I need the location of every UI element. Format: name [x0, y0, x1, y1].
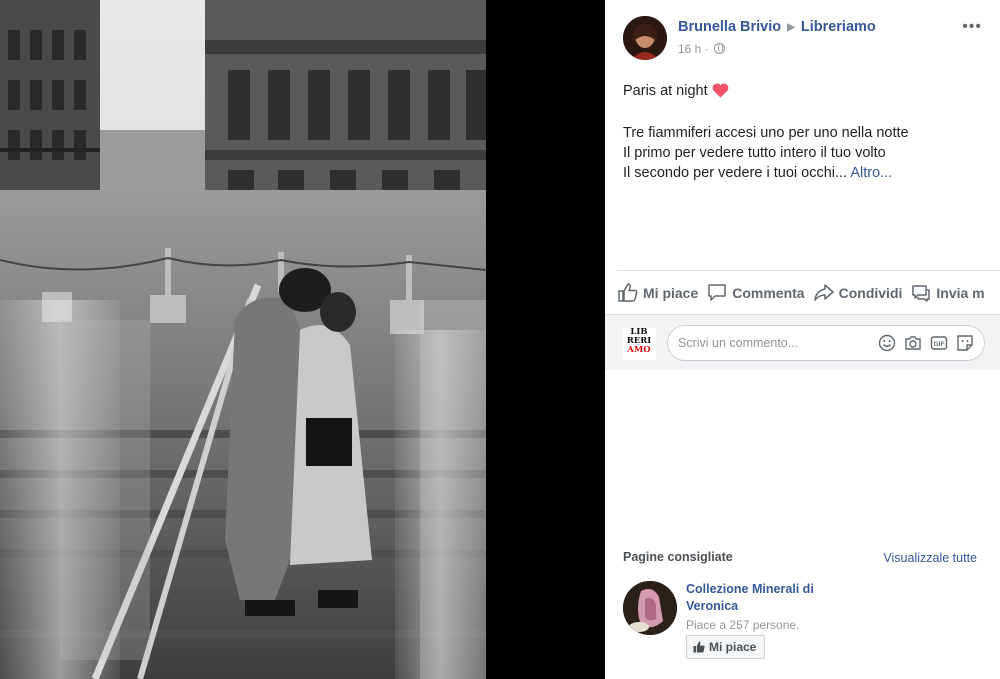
post-body-line: Il primo per vedere tutto intero il tuo …	[623, 145, 886, 161]
heart-icon	[712, 83, 728, 98]
page-name[interactable]: Libreriamo	[801, 19, 876, 35]
meta-separator: ·	[704, 42, 713, 56]
comment-input-icons: GIF	[878, 334, 974, 352]
page-logo-avatar[interactable]: LIB RERI AMO	[622, 328, 656, 360]
post-body-line: Tre fiammiferi accesi uno per uno nella …	[623, 125, 909, 141]
post-side-panel: Brunella Brivio ▶ Libreriamo 16 h · ••• Pa…	[605, 0, 1000, 679]
thumbs-up-icon	[693, 641, 705, 653]
post-meta: 16 h ·	[678, 42, 726, 56]
sticker-icon[interactable]	[956, 334, 974, 352]
post-photo[interactable]	[0, 0, 486, 679]
post-title-text: Paris at night	[623, 83, 708, 99]
like-action-button[interactable]: Mi piace	[618, 283, 698, 302]
like-page-button[interactable]: Mi piace	[686, 635, 766, 659]
author-name[interactable]: Brunella Brivio	[678, 19, 781, 35]
globe-icon[interactable]	[714, 43, 726, 54]
comment-input[interactable]: Scrivi un commento... GIF	[667, 325, 985, 361]
camera-icon[interactable]	[904, 334, 922, 352]
post-action-bar: Mi piace Commenta Condividi Invia m	[618, 270, 1000, 314]
share-action-label: Condividi	[838, 284, 903, 301]
suggested-page-likes: Piace a 257 persone.	[686, 618, 800, 632]
arrow-right-icon: ▶	[787, 22, 795, 33]
like-action-label: Mi piace	[643, 284, 699, 301]
send-action-button[interactable]: Invia m	[911, 283, 985, 302]
thumbs-up-icon	[618, 283, 638, 302]
share-action-button[interactable]: Condividi	[813, 283, 903, 302]
messenger-bubble-icon	[912, 285, 931, 302]
see-all-suggestions-link[interactable]: Visualizzale tutte	[883, 551, 977, 565]
author-avatar[interactable]	[623, 16, 667, 60]
emoji-icon[interactable]	[878, 334, 896, 352]
suggested-page-avatar[interactable]	[623, 581, 677, 635]
photo-viewer	[0, 0, 605, 679]
comment-composer: LIB RERI AMO Scrivi un commento... GIF	[605, 314, 1000, 370]
comment-action-label: Commenta	[732, 284, 805, 301]
comment-action-button[interactable]: Commenta	[707, 283, 805, 302]
svg-text:GIF: GIF	[934, 341, 945, 348]
post-header-names: Brunella Brivio ▶ Libreriamo	[678, 19, 876, 35]
speech-bubble-icon	[708, 284, 726, 301]
photo-illustration	[0, 0, 486, 679]
suggested-page-name[interactable]: Collezione Minerali di Veronica	[686, 581, 846, 615]
post-body-line: Il secondo per vedere i tuoi occhi... Al…	[623, 163, 993, 183]
post-body-line-text: Il secondo per vedere i tuoi occhi...	[623, 165, 848, 181]
more-dots-icon[interactable]: •••	[962, 18, 982, 36]
gif-icon[interactable]: GIF	[930, 334, 948, 352]
send-action-label: Invia m	[936, 284, 985, 301]
see-more-link[interactable]: Altro...	[850, 165, 892, 181]
comment-placeholder: Scrivi un commento...	[678, 336, 799, 350]
post-body: Tre fiammiferi accesi uno per uno nella …	[623, 123, 993, 183]
like-page-label: Mi piace	[709, 640, 757, 654]
share-arrow-icon	[813, 284, 834, 301]
post-title: Paris at night	[623, 83, 729, 99]
logo-line: AMO	[627, 345, 651, 355]
post-timestamp[interactable]: 16 h	[678, 42, 701, 56]
